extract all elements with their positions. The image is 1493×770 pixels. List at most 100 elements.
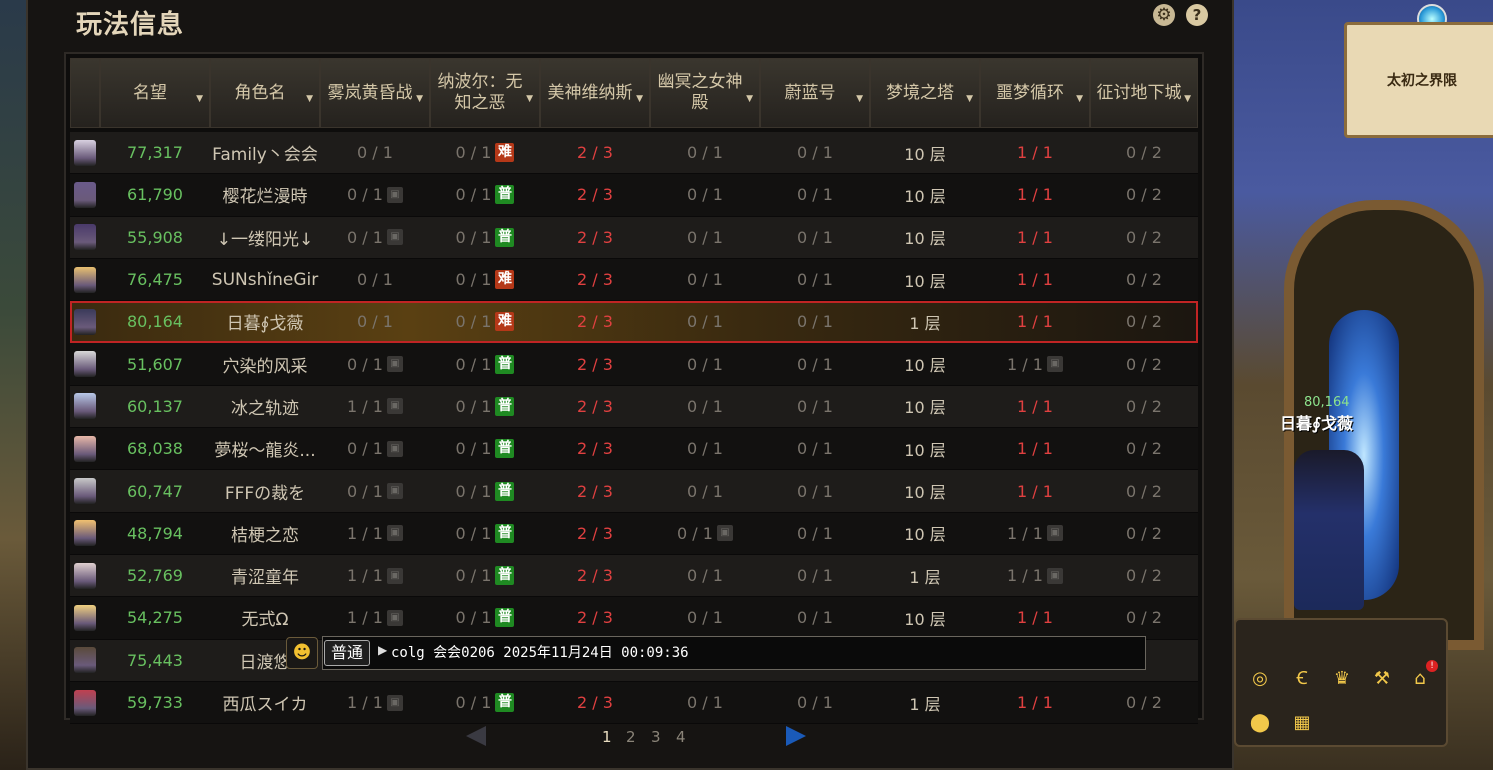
table-row[interactable]: 77,317 Family丶会会 0 / 10 / 1难2 / 30 / 10 / … — [70, 132, 1198, 175]
floor-value: 10 层 — [904, 440, 946, 460]
next-page-icon[interactable] — [786, 726, 806, 746]
column-header-1[interactable]: 名望 ▼ — [100, 58, 210, 128]
table-header: 名望 ▼ 角色名 ▼ 雾岚黄昏战 ▼ 纳波尔：无知之恶 ▼ 美神维纳斯 ▼ 幽冥之女神殿 ▼ 蔚蓝号 ▼ 梦… — [70, 58, 1198, 128]
table-row[interactable]: 60,137 冰之轨迹 1 / 1 ▣ 0 / 1普2 / 30 / 10 / 1 10 … — [70, 385, 1198, 429]
table-row[interactable]: 51,607 穴染的风采 0 / 1 ▣ 0 / 1普2 / 30 / 10 / 1 10… — [70, 343, 1198, 386]
gear-icon[interactable]: ⚙ — [1153, 4, 1175, 26]
channel-arrow-icon[interactable]: ▶ — [378, 643, 387, 657]
page-4[interactable]: 4 — [676, 728, 686, 746]
table-row[interactable]: 54,275 无式Ω 1 / 1 ▣ 0 / 1普2 / 30 / 10 / 1 10 层… — [70, 597, 1198, 640]
table-row[interactable]: 55,908 ↓一缕阳光↓ 0 / 1 ▣ 0 / 1普2 / 30 / 10 / 11… — [70, 216, 1198, 259]
avatar-cell — [70, 597, 100, 638]
table-row[interactable]: 80,164 日暮∮戈薇 0 / 10 / 1难2 / 30 / 10 / 11 层… — [70, 301, 1198, 344]
cell-c7: 1 / 1 — [980, 428, 1090, 469]
column-header-5[interactable]: 美神维纳斯 ▼ — [540, 58, 650, 128]
cell-c6: 10 层 — [870, 217, 980, 258]
cell-c3: 2 / 3 — [540, 301, 650, 342]
cell-c4: 0 / 1 ▣ — [650, 513, 760, 554]
sort-arrow-icon[interactable]: ▼ — [1076, 89, 1083, 110]
column-header-9[interactable]: 噩梦循环 ▼ — [980, 58, 1090, 128]
cell-c7: 1 / 1 — [980, 301, 1090, 342]
fame-cell: 76,475 — [100, 259, 210, 300]
sort-arrow-icon[interactable]: ▼ — [746, 89, 753, 110]
equipment-icon[interactable]: ⚒ — [1368, 664, 1396, 692]
column-header-label: 角色名 — [234, 82, 286, 103]
cell-c7: 1 / 1 ▣ — [980, 343, 1090, 384]
column-header-7[interactable]: 蔚蓝号 ▼ — [760, 58, 870, 128]
page-1[interactable]: 1 — [602, 728, 612, 746]
column-header-4[interactable]: 纳波尔：无知之恶 ▼ — [430, 58, 540, 128]
location-pin-icon[interactable]: ⬤ — [1246, 708, 1274, 736]
cell-c5: 0 / 1 — [760, 259, 870, 300]
lock-icon: ▣ — [386, 186, 403, 203]
sort-arrow-icon[interactable]: ▼ — [416, 89, 423, 110]
map-book-icon[interactable]: ▦ — [1288, 708, 1316, 736]
fame-cell: 60,137 — [100, 386, 210, 427]
growth-icon[interactable]: ◎ — [1246, 664, 1274, 692]
cell-c5: 0 / 1 — [760, 174, 870, 215]
chat-channel-button[interactable]: 普通 — [324, 640, 371, 666]
page-3[interactable]: 3 — [651, 728, 661, 746]
count-value: 0 / 1 — [687, 439, 723, 459]
exchange-icon[interactable]: Ꞓ — [1288, 664, 1316, 692]
guild-icon[interactable]: ♛ — [1328, 664, 1356, 692]
avatar-cell — [70, 513, 100, 554]
count-value: 0 / 1 — [687, 354, 723, 374]
count-value: 0 / 1 — [455, 143, 492, 163]
avatar-cell — [70, 301, 100, 342]
column-header-6[interactable]: 幽冥之女神殿 ▼ — [650, 58, 760, 128]
emoji-icon[interactable]: ☻ — [286, 637, 318, 669]
lock-icon: ▣ — [1046, 525, 1063, 542]
page-2[interactable]: 2 — [626, 728, 636, 746]
cell-c3: 2 / 3 — [540, 470, 650, 511]
count-value: 1 / 1 — [347, 693, 383, 712]
table-row[interactable]: 48,794 桔梗之恋 1 / 1 ▣ 0 / 1普2 / 30 / 1 ▣ 0 / 1 10… — [70, 512, 1198, 555]
count-value: 0 / 1 — [687, 693, 723, 712]
table-row[interactable]: 52,769 青涩童年 1 / 1 ▣ 0 / 1普2 / 30 / 10 / 11 层… — [70, 554, 1198, 598]
name-cell: 青涩童年 — [210, 555, 320, 596]
sort-arrow-icon[interactable]: ▼ — [526, 89, 533, 110]
home-icon[interactable]: ⌂! — [1406, 660, 1438, 692]
cell-c2: 0 / 1难 — [430, 259, 540, 300]
cell-c8: 0 / 2 — [1090, 343, 1198, 384]
count-value: 0 / 1 — [687, 396, 723, 416]
normal-difficulty-tag: 普 — [495, 693, 515, 712]
count-value: 1 / 1 — [1017, 439, 1053, 459]
cell-c6: 10 层 — [870, 343, 980, 384]
column-header-8[interactable]: 梦境之塔 ▼ — [870, 58, 980, 128]
fame-value: 48,794 — [127, 523, 183, 543]
table-row[interactable]: 68,038 夢桜～龍炎... 0 / 1 ▣ 0 / 1普2 / 30 / 10 / … — [70, 428, 1198, 471]
fame-cell: 51,607 — [100, 343, 210, 384]
sort-arrow-icon[interactable]: ▼ — [1184, 89, 1191, 110]
cell-c3: 2 / 3 — [540, 217, 650, 258]
table-row[interactable]: 59,733 西瓜スイカ 1 / 1 ▣ 0 / 1普2 / 30 / 10 / 11 … — [70, 681, 1198, 725]
cell-c3: 2 / 3 — [540, 682, 650, 723]
chat-bar: colg 会会0206 2025年11月24日 00:09:36 ☻ 普通 ▶ — [286, 636, 1146, 670]
sort-arrow-icon[interactable]: ▼ — [306, 89, 313, 110]
sort-arrow-icon[interactable]: ▼ — [966, 89, 973, 110]
table-row[interactable]: 76,475 SUNshǐneGir 0 / 10 / 1难2 / 30 / 10 … — [70, 258, 1198, 302]
count-value: 0 / 2 — [1126, 312, 1162, 332]
column-header-10[interactable]: 征讨地下城 ▼ — [1090, 58, 1198, 128]
floor-value: 10 层 — [904, 356, 946, 376]
count-value: 1 / 1 — [1007, 354, 1043, 374]
count-value: 0 / 1 — [797, 270, 833, 290]
table-row[interactable]: 60,747 FFFの裁を 0 / 1 ▣ 0 / 1普2 / 30 / 10 / 11… — [70, 470, 1198, 513]
fame-cell: 55,908 — [100, 217, 210, 258]
table-row[interactable]: 61,790 樱花烂漫時 0 / 1 ▣ 0 / 1普2 / 30 / 10 / 1 10… — [70, 174, 1198, 217]
column-header-label: 幽冥之女神殿 — [657, 72, 743, 113]
cell-c2: 0 / 1普 — [430, 513, 540, 554]
column-header-2[interactable]: 角色名 ▼ — [210, 58, 320, 128]
chat-input[interactable]: colg 会会0206 2025年11月24日 00:09:36 — [322, 636, 1146, 670]
column-header-3[interactable]: 雾岚黄昏战 ▼ — [320, 58, 430, 128]
sort-arrow-icon[interactable]: ▼ — [856, 89, 863, 110]
sort-arrow-icon[interactable]: ▼ — [196, 89, 203, 110]
help-icon[interactable]: ? — [1186, 4, 1208, 26]
cell-c1: 0 / 1 — [320, 259, 430, 300]
cell-c2: 0 / 1普 — [430, 682, 540, 723]
count-value: 0 / 1 — [797, 693, 833, 712]
prev-page-icon[interactable] — [466, 726, 486, 746]
sort-arrow-icon[interactable]: ▼ — [636, 89, 643, 110]
count-value: 0 / 1 — [347, 439, 383, 459]
cell-c1: 0 / 1 — [320, 301, 430, 342]
